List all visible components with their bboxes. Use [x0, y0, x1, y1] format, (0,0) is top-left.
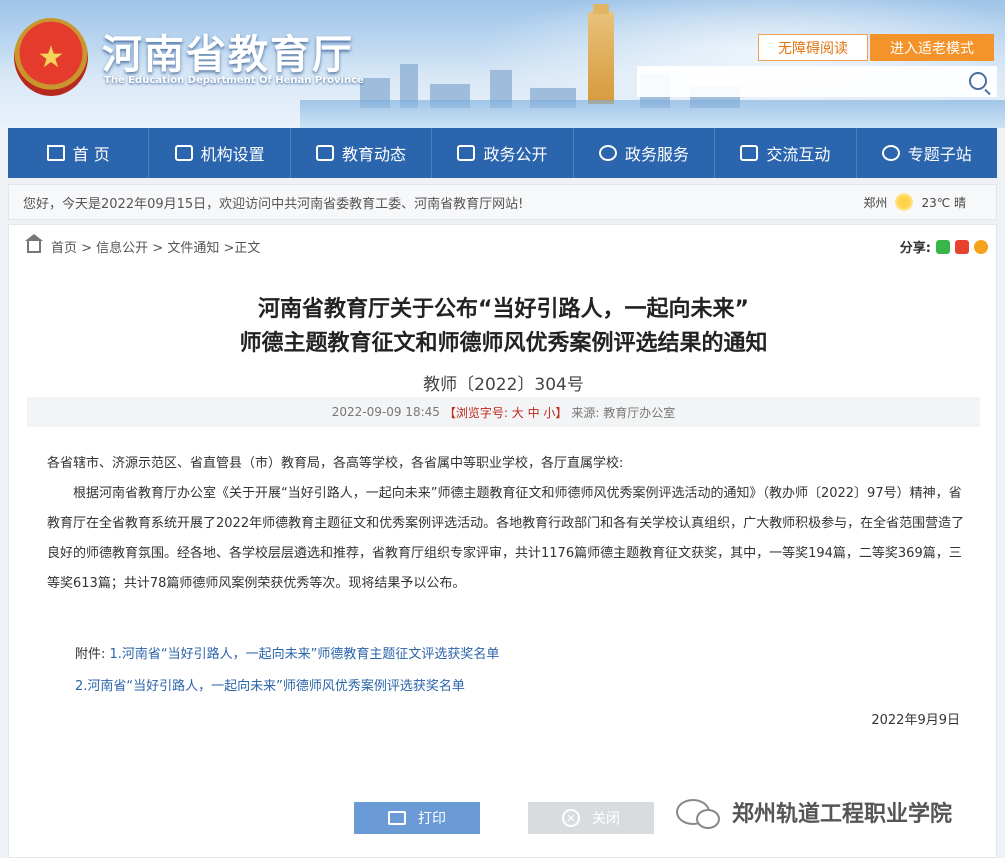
breadcrumb-text[interactable]: 首页 > 信息公开 > 文件通知 >正文 [51, 237, 260, 256]
article-paragraph: 根据河南省教育厅办公室《关于开展“当好引路人，一起向未来”师德主题教育征文和师德… [47, 486, 965, 591]
site-subtitle: The Education Department Of Henan Provin… [104, 75, 364, 86]
salutation: 各省辖市、济源示范区、省直管县（市）教育局，各高等学校，各省属中等职业学校，各厅… [47, 456, 624, 471]
close-label: 关闭 [592, 811, 620, 827]
article-panel: 首页 > 信息公开 > 文件通知 >正文 分享: 河南省教育厅关于公布“当好引路… [8, 224, 997, 858]
banner-tower [588, 4, 614, 104]
home-icon [25, 233, 43, 253]
main-nav: 首 页 机构设置 教育动态 政务公开 政务服务 交流互动 专题子站 [8, 128, 997, 178]
search-icon[interactable] [969, 72, 987, 90]
greeting-text: 您好，今天是2022年09月15日，欢迎访问中共河南省委教育工委、河南省教育厅网… [23, 196, 524, 212]
sun-icon [895, 193, 914, 211]
attachment-label: 附件: [75, 647, 110, 662]
accessibility-button[interactable]: 无障碍阅读 [758, 34, 868, 61]
meta-date: 2022-09-09 18:45 [331, 405, 440, 419]
article-body: 各省辖市、济源示范区、省直管县（市）教育局，各高等学校，各省属中等职业学校，各厅… [47, 449, 967, 599]
elder-mode-button[interactable]: 进入适老模式 [870, 34, 994, 61]
nav-item-news[interactable]: 教育动态 [291, 128, 433, 178]
attachment-2: 2.河南省“当好引路人，一起向未来”师德师风优秀案例评选获奖名单 [75, 675, 465, 694]
document-number: 教师〔2022〕304号 [423, 375, 584, 395]
wechat-watermark-icon [676, 799, 720, 829]
doc-icon [457, 145, 476, 161]
topic-icon [881, 145, 900, 161]
site-title: 河南省教育厅 [102, 32, 354, 78]
close-icon: ✕ [562, 809, 580, 827]
article-title-line1: 河南省教育厅关于公布“当好引路人，一起向未来” [258, 297, 749, 322]
print-label: 打印 [418, 811, 446, 827]
printer-icon [388, 811, 406, 825]
nav-item-label: 专题子站 [907, 145, 972, 164]
nav-item-label: 机构设置 [200, 145, 265, 164]
service-icon [598, 145, 617, 161]
font-size-switcher[interactable]: 【浏览字号: 大 中 小】 [444, 404, 568, 421]
site-header: ★ 河南省教育厅 The Education Department Of Hen… [0, 0, 1005, 128]
qq-icon[interactable] [974, 239, 988, 254]
banner-water [300, 100, 1005, 128]
watermark: 郑州轨道工程职业学院 [676, 796, 953, 829]
news-icon [316, 145, 335, 161]
nav-item-topic[interactable]: 专题子站 [857, 128, 997, 178]
home-icon [46, 145, 65, 161]
chat-icon [740, 145, 759, 161]
attachment-link-1[interactable]: 1.河南省“当好引路人，一起向未来”师德教育主题征文评选获奖名单 [110, 647, 500, 662]
attachment-1: 附件: 1.河南省“当好引路人，一起向未来”师德教育主题征文评选获奖名单 [75, 643, 499, 662]
watermark-text: 郑州轨道工程职业学院 [732, 802, 953, 827]
nav-item-home[interactable]: 首 页 [8, 128, 150, 178]
nav-item-label: 交流互动 [766, 145, 831, 164]
nav-item-label: 政务公开 [483, 145, 548, 164]
weather-widget: 郑州 23℃ 晴 [863, 193, 966, 211]
nav-item-service[interactable]: 政务服务 [574, 128, 716, 178]
nav-item-label: 首 页 [72, 145, 110, 164]
article-meta: 2022-09-09 18:45 【浏览字号: 大 中 小】 来源: 教育厅办公… [27, 397, 980, 427]
nav-item-org[interactable]: 机构设置 [149, 128, 291, 178]
sign-date: 2022年9月9日 [871, 713, 960, 728]
search-box [637, 66, 997, 97]
breadcrumb: 首页 > 信息公开 > 文件通知 >正文 [25, 233, 260, 256]
attachment-link-2[interactable]: 2.河南省“当好引路人，一起向未来”师德师风优秀案例评选获奖名单 [75, 679, 465, 694]
nav-item-interact[interactable]: 交流互动 [715, 128, 857, 178]
nav-item-label: 教育动态 [342, 145, 407, 164]
weibo-icon[interactable] [955, 239, 969, 254]
wechat-icon[interactable] [936, 239, 950, 254]
print-button[interactable]: 打印 [354, 802, 480, 834]
share-bar: 分享: [900, 237, 988, 256]
org-icon [174, 145, 193, 161]
meta-source: 来源: 教育厅办公室 [571, 405, 676, 420]
close-button[interactable]: ✕ 关闭 [528, 802, 654, 834]
weather-temp: 23℃ 晴 [921, 195, 966, 210]
nav-item-public[interactable]: 政务公开 [432, 128, 574, 178]
share-label: 分享: [899, 241, 931, 256]
article-title-line2: 师德主题教育征文和师德师风优秀案例评选结果的通知 [239, 331, 768, 356]
info-bar: 您好，今天是2022年09月15日，欢迎访问中共河南省委教育工委、河南省教育厅网… [8, 184, 997, 220]
search-input[interactable] [637, 66, 957, 97]
weather-city: 郑州 [863, 195, 888, 210]
national-emblem-logo: ★ [14, 18, 88, 96]
nav-item-label: 政务服务 [624, 145, 689, 164]
